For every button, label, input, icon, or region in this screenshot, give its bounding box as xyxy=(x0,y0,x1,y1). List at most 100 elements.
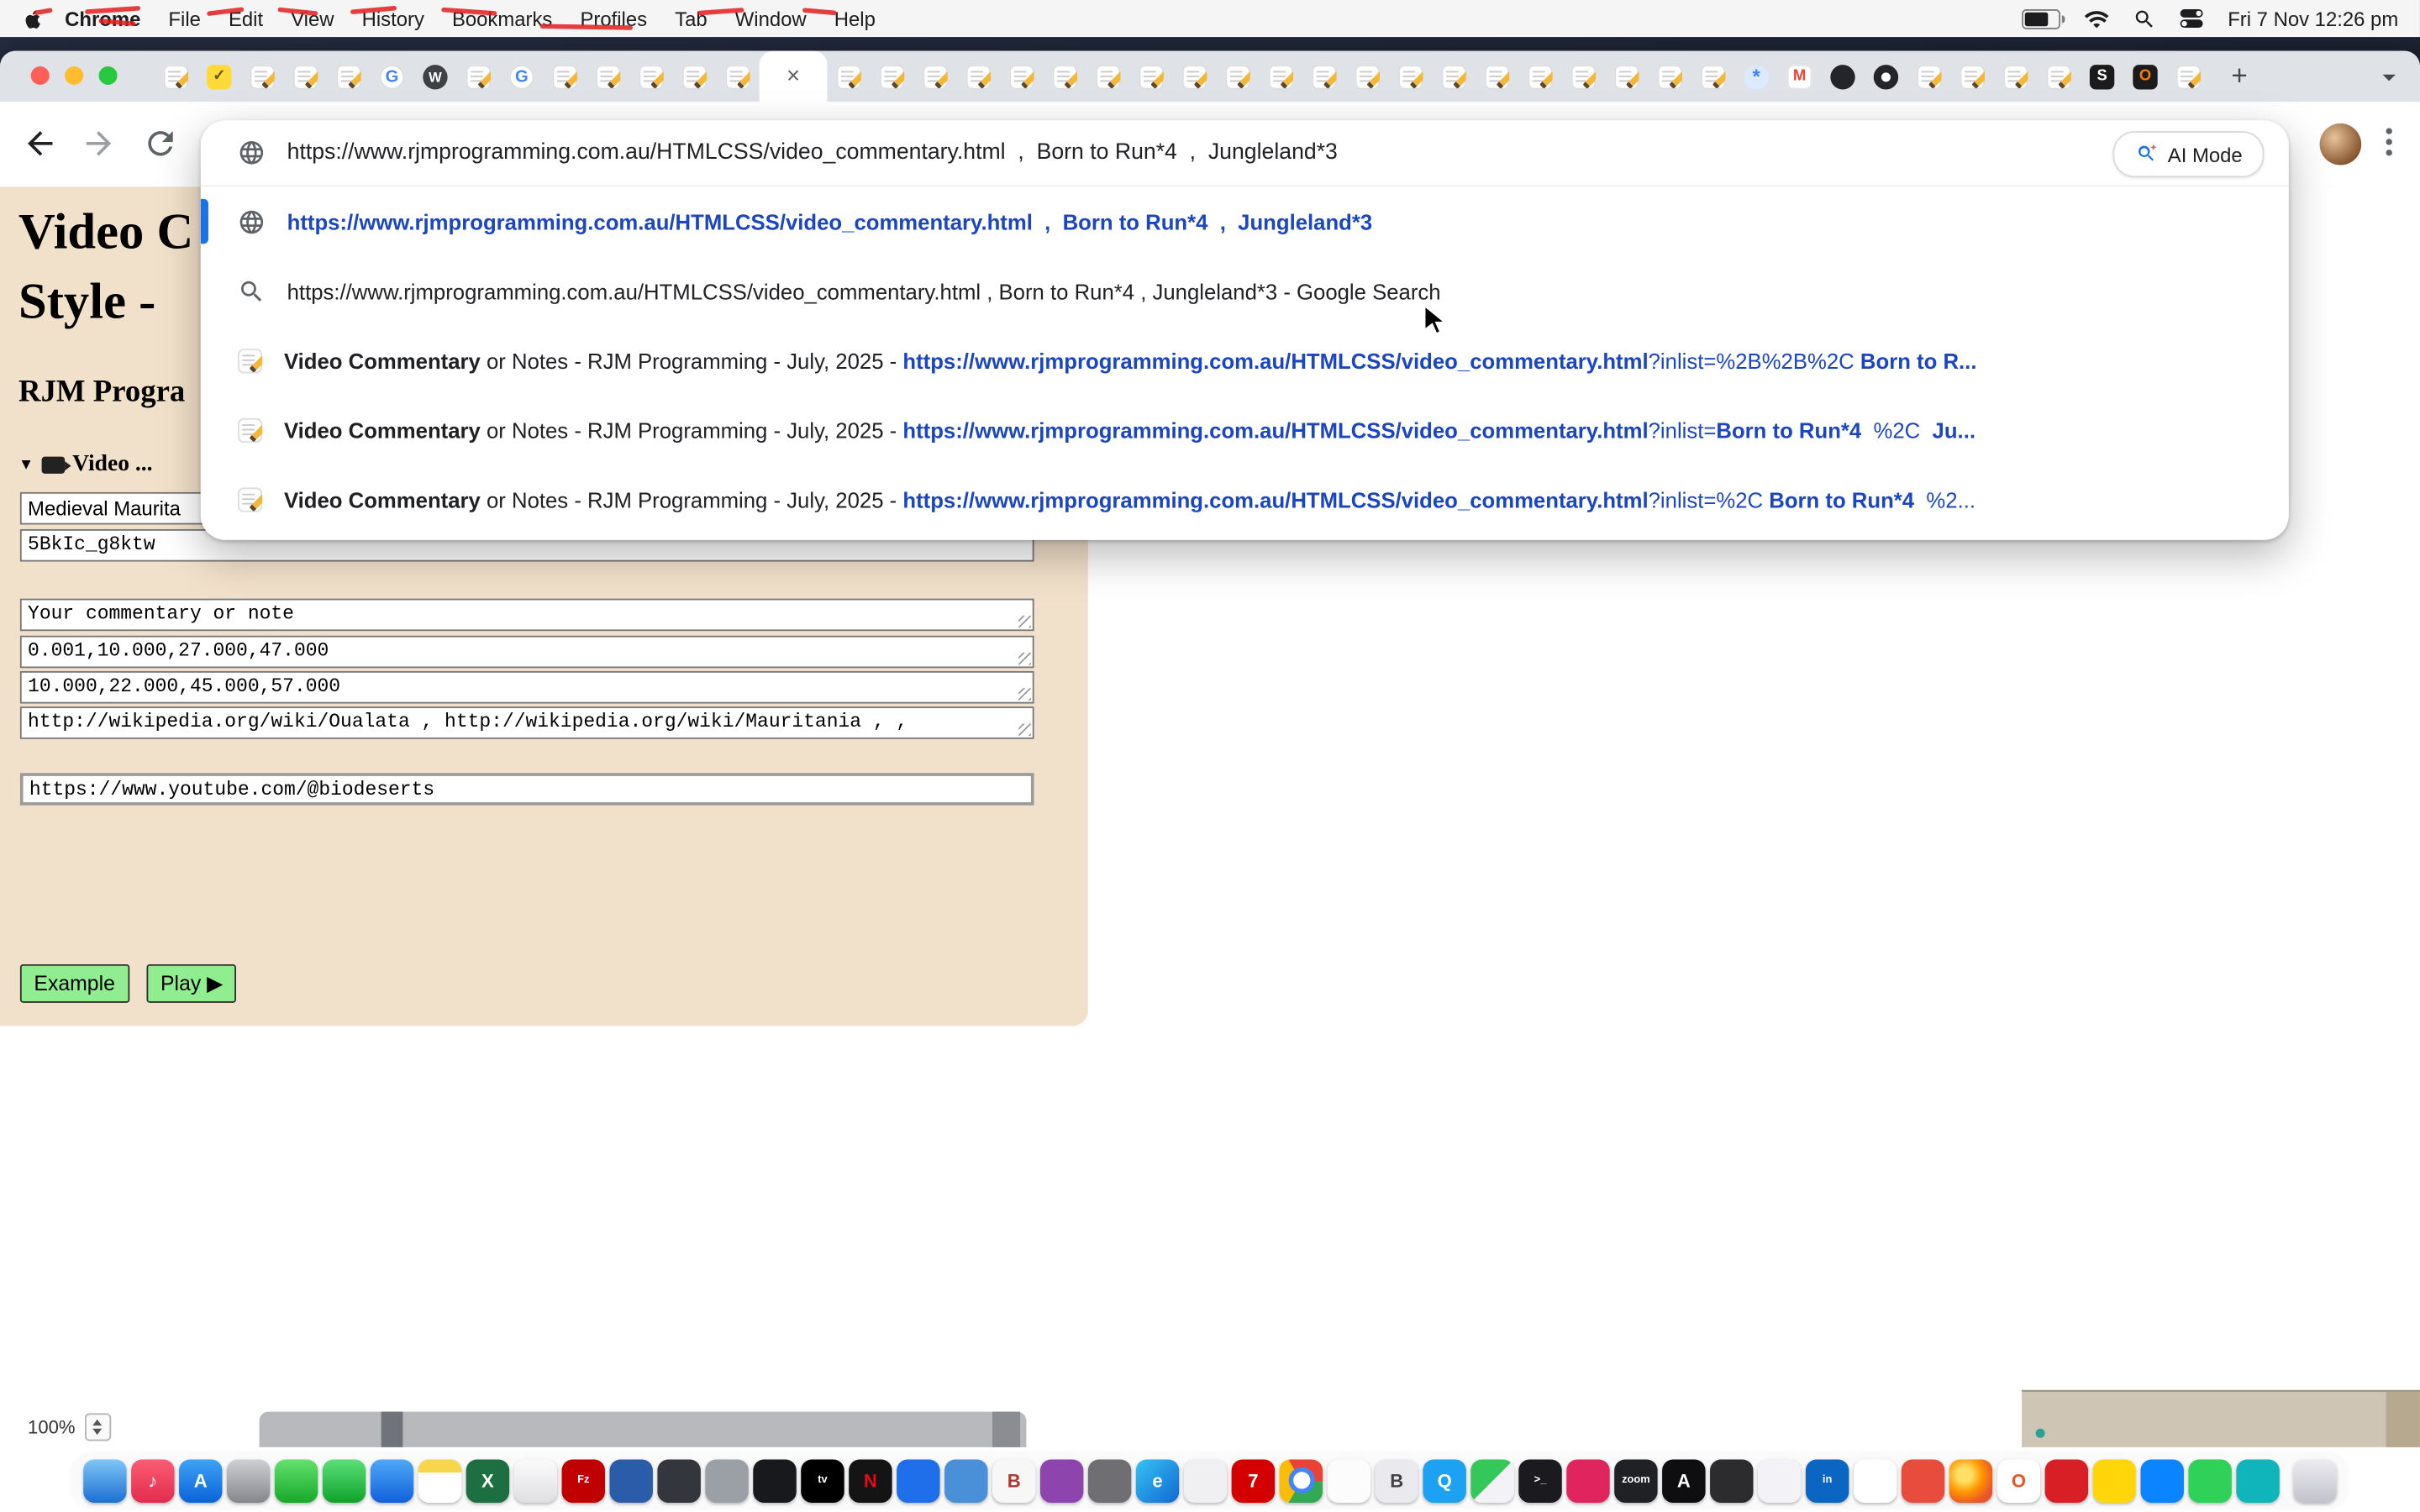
browser-tab[interactable]: * xyxy=(1734,51,1777,102)
browser-tab[interactable] xyxy=(2167,51,2210,102)
dock-icon-app[interactable] xyxy=(1902,1459,1944,1502)
profile-avatar[interactable] xyxy=(2320,123,2362,165)
play-button[interactable]: Play ▶ xyxy=(146,964,236,1003)
video-details-summary[interactable]: ▼ Video ... xyxy=(18,452,153,478)
dock-icon-chrome[interactable] xyxy=(1280,1459,1323,1502)
dock-icon-app[interactable] xyxy=(1088,1459,1131,1502)
browser-tab[interactable] xyxy=(1994,51,2037,102)
dock-icon-github[interactable] xyxy=(753,1459,796,1502)
dock-icon-app[interactable] xyxy=(1566,1459,1609,1502)
wifi-icon[interactable] xyxy=(2084,5,2110,31)
browser-tab[interactable] xyxy=(1951,51,1994,102)
end-times-textarea[interactable]: 10.000,22.000,45.000,57.000 xyxy=(20,671,1034,704)
start-times-textarea[interactable]: 0.001,10.000,27.000,47.000 xyxy=(20,636,1034,669)
dock-icon-excel[interactable]: X xyxy=(466,1459,509,1502)
back-button[interactable] xyxy=(22,125,59,162)
browser-tab[interactable] xyxy=(1086,51,1129,102)
active-tab[interactable]: × xyxy=(760,51,828,102)
dock-icon-app[interactable]: Q xyxy=(1423,1459,1465,1502)
dock-icon-app[interactable] xyxy=(2188,1459,2231,1502)
browser-tab[interactable] xyxy=(1302,51,1345,102)
browser-tab[interactable] xyxy=(2037,51,2080,102)
dock-icon-textedit[interactable] xyxy=(1328,1459,1370,1502)
dock-icon-app[interactable] xyxy=(1758,1459,1801,1502)
dock-icon-app[interactable] xyxy=(705,1459,748,1502)
dock-icon-app[interactable] xyxy=(1854,1459,1897,1502)
zoom-control[interactable]: 100% xyxy=(28,1413,111,1441)
browser-tab[interactable] xyxy=(1389,51,1432,102)
example-button[interactable]: Example xyxy=(20,964,129,1003)
browser-tab[interactable] xyxy=(241,51,284,102)
dock-icon-app[interactable]: A xyxy=(1662,1459,1705,1502)
browser-tab[interactable] xyxy=(457,51,500,102)
tab-search-icon[interactable] xyxy=(2374,61,2405,92)
dock-icon-podcasts[interactable] xyxy=(1040,1459,1083,1502)
browser-tab[interactable] xyxy=(327,51,370,102)
dock-icon-app[interactable] xyxy=(1184,1459,1227,1502)
ai-mode-chip[interactable]: AI Mode xyxy=(2112,131,2265,177)
dock-icon-filezilla[interactable]: Fz xyxy=(562,1459,605,1502)
dock-icon-mail[interactable] xyxy=(371,1459,413,1502)
dock-icon-apple-tv[interactable]: tv xyxy=(801,1459,844,1502)
window-minimize-button[interactable] xyxy=(65,66,83,85)
browser-tab[interactable] xyxy=(1432,51,1475,102)
dock-icon-app[interactable] xyxy=(609,1459,652,1502)
omnibox-suggestion[interactable]: https://www.rjmprogramming.com.au/HTMLCS… xyxy=(201,256,2289,326)
browser-tab[interactable] xyxy=(1865,51,1907,102)
menu-file[interactable]: File xyxy=(155,7,215,30)
browser-tab[interactable] xyxy=(827,51,870,102)
dock-icon-opera[interactable]: O xyxy=(1997,1459,2040,1502)
dock-icon-app[interactable]: B xyxy=(1375,1459,1418,1502)
browser-tab[interactable]: W xyxy=(413,51,456,102)
browser-tab[interactable] xyxy=(544,51,587,102)
dock-icon-app[interactable] xyxy=(2093,1459,2136,1502)
browser-tab[interactable] xyxy=(1044,51,1086,102)
dock-icon-facetime[interactable] xyxy=(323,1459,366,1502)
dock-icon-terminal[interactable]: >_ xyxy=(1518,1459,1561,1502)
omnibox-suggestion[interactable]: Video Commentary or Notes - RJM Programm… xyxy=(201,326,2289,396)
commentary-textarea[interactable]: Your commentary or note xyxy=(20,599,1034,632)
links-textarea[interactable]: http://wikipedia.org/wiki/Oualata , http… xyxy=(20,706,1034,739)
browser-tab[interactable] xyxy=(1173,51,1216,102)
browser-tab[interactable] xyxy=(957,51,1000,102)
dock-icon-app[interactable] xyxy=(1710,1459,1753,1502)
browser-tab[interactable] xyxy=(1216,51,1259,102)
dock-icon-netflix[interactable]: N xyxy=(849,1459,892,1502)
browser-tab[interactable]: ✓ xyxy=(197,51,240,102)
new-tab-button[interactable]: + xyxy=(2219,56,2260,97)
browser-tab[interactable] xyxy=(1000,51,1043,102)
forward-button[interactable] xyxy=(81,125,118,162)
browser-tab[interactable] xyxy=(1907,51,1950,102)
browser-tab[interactable] xyxy=(587,51,629,102)
window-close-button[interactable] xyxy=(31,66,50,85)
omnibox-suggestion[interactable]: Video Commentary or Notes - RJM Programm… xyxy=(201,465,2289,534)
browser-tab[interactable]: G xyxy=(500,51,543,102)
dock-icon-calculator[interactable] xyxy=(657,1459,700,1502)
browser-tab[interactable] xyxy=(1260,51,1302,102)
dock-icon-app[interactable] xyxy=(944,1459,987,1502)
omnibox-url-row[interactable]: https://www.rjmprogramming.com.au/HTMLCS… xyxy=(201,120,2289,185)
dock-icon-messages[interactable] xyxy=(275,1459,318,1502)
browser-tab[interactable] xyxy=(1346,51,1389,102)
zoom-stepper[interactable] xyxy=(84,1413,110,1441)
dock-icon-linkedin[interactable]: in xyxy=(1806,1459,1849,1502)
browser-tab[interactable] xyxy=(716,51,759,102)
omnibox-suggestion[interactable]: Video Commentary or Notes - RJM Programm… xyxy=(201,395,2289,465)
browser-tab[interactable] xyxy=(913,51,956,102)
dock-icon-app[interactable] xyxy=(897,1459,939,1502)
dock-icon-app-store[interactable]: A xyxy=(179,1459,222,1502)
dock-icon-notes[interactable] xyxy=(418,1459,461,1502)
browser-tab[interactable] xyxy=(1562,51,1605,102)
browser-tab[interactable] xyxy=(1821,51,1864,102)
dock-icon-firefox[interactable] xyxy=(1949,1459,1992,1502)
channel-url-input[interactable]: https://www.youtube.com/@biodeserts xyxy=(20,773,1034,806)
dock-icon-zoom[interactable]: zoom xyxy=(1614,1459,1657,1502)
spotlight-icon[interactable] xyxy=(2133,7,2157,30)
browser-tab[interactable] xyxy=(629,51,672,102)
omnibox-suggestion[interactable]: https://www.rjmprogramming.com.au/HTMLCS… xyxy=(201,186,2289,256)
browser-tab[interactable]: G xyxy=(371,51,413,102)
dock-icon-app[interactable] xyxy=(2141,1459,2184,1502)
browser-menu-kebab[interactable] xyxy=(2386,139,2392,144)
dock-icon-edge[interactable]: e xyxy=(1136,1459,1179,1502)
browser-tab[interactable]: M xyxy=(1778,51,1821,102)
